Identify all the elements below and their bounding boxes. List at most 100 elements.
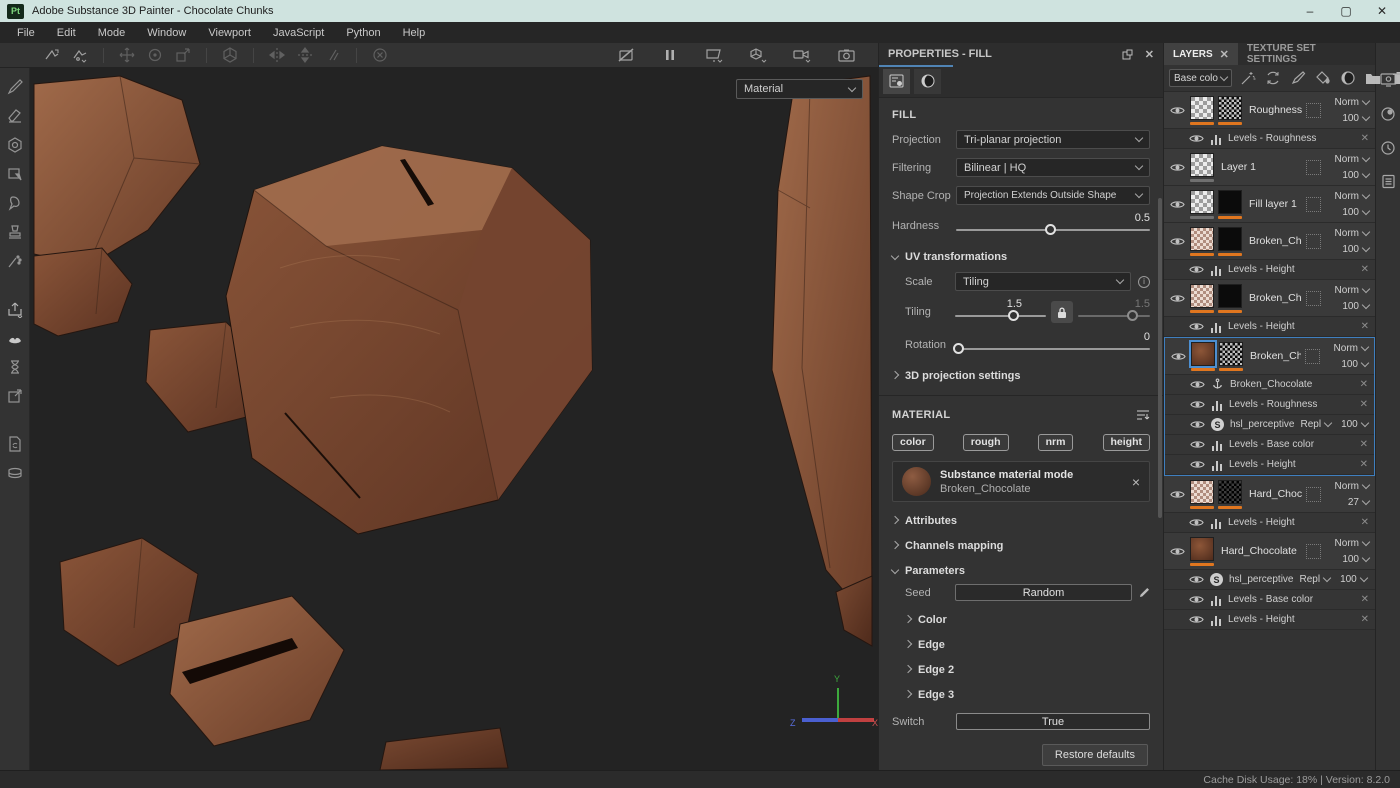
- eye-icon[interactable]: [1189, 594, 1204, 605]
- add-smart-material-icon[interactable]: [1265, 70, 1281, 86]
- menu-javascript[interactable]: JavaScript: [262, 27, 335, 39]
- eye-icon[interactable]: [1168, 105, 1186, 116]
- tiling-slider-linked[interactable]: 1.5: [1078, 300, 1150, 324]
- external-link-tool-icon[interactable]: [6, 387, 24, 405]
- channels-mapping-header[interactable]: Channels mapping: [892, 540, 1150, 552]
- texture-set-list-icon[interactable]: [1380, 173, 1397, 190]
- layer-row[interactable]: Hard_Chocolate cop... Norm 27: [1164, 476, 1375, 513]
- substance-material-card[interactable]: Substance material mode Broken_Chocolate…: [892, 461, 1150, 502]
- eye-icon[interactable]: [1189, 517, 1204, 528]
- eye-icon[interactable]: [1168, 236, 1186, 247]
- pause-engine-icon[interactable]: [660, 45, 680, 65]
- history-icon[interactable]: [1380, 139, 1397, 156]
- add-effect-wand-icon[interactable]: [1240, 70, 1256, 86]
- effect-opacity-select[interactable]: 100: [1341, 419, 1368, 430]
- menu-mode[interactable]: Mode: [87, 27, 137, 39]
- layer-thumbnail[interactable]: [1190, 190, 1214, 214]
- resource-updater-tool-icon[interactable]: [6, 435, 24, 453]
- transform-pivot-icon[interactable]: [70, 45, 90, 65]
- rotate-icon[interactable]: [145, 45, 165, 65]
- effect-row[interactable]: Broken_Chocolate ✕: [1165, 375, 1374, 395]
- stroke-opacity-icon[interactable]: [323, 45, 343, 65]
- remove-effect-icon[interactable]: ✕: [1361, 264, 1369, 275]
- effect-blend-select[interactable]: Repl: [1300, 419, 1331, 430]
- mesh-icon[interactable]: [220, 45, 240, 65]
- layer-thumbnail[interactable]: [1190, 537, 1214, 561]
- opacity-select[interactable]: 100: [1342, 170, 1369, 181]
- layer-row[interactable]: Roughness Fix Norm 100: [1164, 92, 1375, 129]
- effect-row[interactable]: Levels - Base color ✕: [1165, 435, 1374, 455]
- viewport-3d[interactable]: Y Z X Material: [30, 68, 878, 770]
- uv-transformations-header[interactable]: UV transformations: [892, 251, 1150, 263]
- layer-thumbnail[interactable]: [1219, 342, 1243, 366]
- tab-layers[interactable]: LAYERS ✕: [1164, 43, 1238, 65]
- eye-icon[interactable]: [1189, 614, 1204, 625]
- menu-file[interactable]: File: [6, 27, 46, 39]
- material-filter-icon[interactable]: [1136, 409, 1150, 421]
- effect-row[interactable]: Levels - Height ✕: [1164, 513, 1375, 533]
- layer-thumbnail[interactable]: [1218, 190, 1242, 214]
- layer-thumbnail[interactable]: [1190, 284, 1214, 308]
- param-group-edge[interactable]: Edge: [905, 639, 1150, 651]
- eye-icon[interactable]: [1190, 439, 1205, 450]
- channel-filter-select[interactable]: Base colo: [1169, 69, 1232, 87]
- brush-tool-icon[interactable]: [6, 78, 24, 96]
- projection-tool-icon[interactable]: [6, 136, 24, 154]
- blend-mode-select[interactable]: Norm: [1335, 481, 1369, 492]
- effect-row[interactable]: Levels - Base color ✕: [1164, 590, 1375, 610]
- eye-icon[interactable]: [1189, 574, 1204, 585]
- channel-chip-nrm[interactable]: nrm: [1038, 434, 1074, 451]
- scale-select[interactable]: Tiling: [955, 272, 1131, 291]
- shader-settings-icon[interactable]: [1380, 105, 1397, 122]
- effect-row[interactable]: Levels - Roughness ✕: [1165, 395, 1374, 415]
- blend-mode-select[interactable]: Norm: [1335, 191, 1369, 202]
- eye-icon[interactable]: [1168, 546, 1186, 557]
- hardness-slider[interactable]: 0.5: [956, 214, 1150, 238]
- blend-mode-select[interactable]: Norm: [1335, 538, 1369, 549]
- eye-icon[interactable]: [1189, 321, 1204, 332]
- close-button[interactable]: ✕: [1364, 0, 1400, 22]
- switch-toggle-button[interactable]: True: [956, 713, 1150, 730]
- eye-icon[interactable]: [1169, 351, 1187, 362]
- eye-icon[interactable]: [1189, 264, 1204, 275]
- pencil-icon[interactable]: [1139, 587, 1150, 598]
- remove-effect-icon[interactable]: ✕: [1360, 379, 1368, 390]
- symmetry-y-icon[interactable]: [295, 45, 315, 65]
- polygon-fill-tool-icon[interactable]: [6, 165, 24, 183]
- layer-row[interactable]: Broken_Chocolate Norm 100: [1165, 338, 1374, 375]
- layer-thumbnail[interactable]: [1218, 480, 1242, 504]
- eye-icon[interactable]: [1190, 399, 1205, 410]
- opacity-select[interactable]: 100: [1342, 244, 1369, 255]
- layer-row[interactable]: Broken_Chocolate c... Norm 100: [1164, 223, 1375, 260]
- opacity-select[interactable]: 100: [1342, 207, 1369, 218]
- layer-row[interactable]: Hard_Chocolate Norm 100: [1164, 533, 1375, 570]
- layer-thumbnail[interactable]: [1218, 284, 1242, 308]
- eye-icon[interactable]: [1190, 419, 1205, 430]
- close-tab-icon[interactable]: ✕: [1220, 48, 1229, 61]
- effect-row[interactable]: Levels - Roughness ✕: [1164, 129, 1375, 149]
- history-tool-icon[interactable]: [6, 358, 24, 376]
- menu-viewport[interactable]: Viewport: [197, 27, 262, 39]
- viewport-display-mode-select[interactable]: Material: [736, 79, 863, 99]
- undock-icon[interactable]: [1122, 48, 1133, 61]
- snap-icon[interactable]: [370, 45, 390, 65]
- properties-scrollbar[interactable]: [1158, 198, 1162, 518]
- channel-chip-rough[interactable]: rough: [963, 434, 1009, 451]
- eye-icon[interactable]: [1168, 293, 1186, 304]
- remove-material-icon[interactable]: ×: [1132, 474, 1140, 490]
- effect-row[interactable]: Levels - Height ✕: [1165, 455, 1374, 475]
- eye-icon[interactable]: [1189, 133, 1204, 144]
- attributes-header[interactable]: Attributes: [892, 515, 1150, 527]
- remove-effect-icon[interactable]: ✕: [1360, 399, 1368, 410]
- maximize-button[interactable]: ▢: [1328, 0, 1364, 22]
- display-settings-icon[interactable]: [1380, 71, 1397, 88]
- opacity-select[interactable]: 100: [1342, 301, 1369, 312]
- eye-icon[interactable]: [1190, 379, 1205, 390]
- minimize-button[interactable]: –: [1292, 0, 1328, 22]
- remove-effect-icon[interactable]: ✕: [1360, 459, 1368, 470]
- eye-icon[interactable]: [1168, 199, 1186, 210]
- blend-mode-select[interactable]: Norm: [1335, 97, 1369, 108]
- blend-mode-select[interactable]: Norm: [1335, 154, 1369, 165]
- layer-thumbnail[interactable]: [1190, 480, 1214, 504]
- effect-row[interactable]: Levels - Height ✕: [1164, 260, 1375, 280]
